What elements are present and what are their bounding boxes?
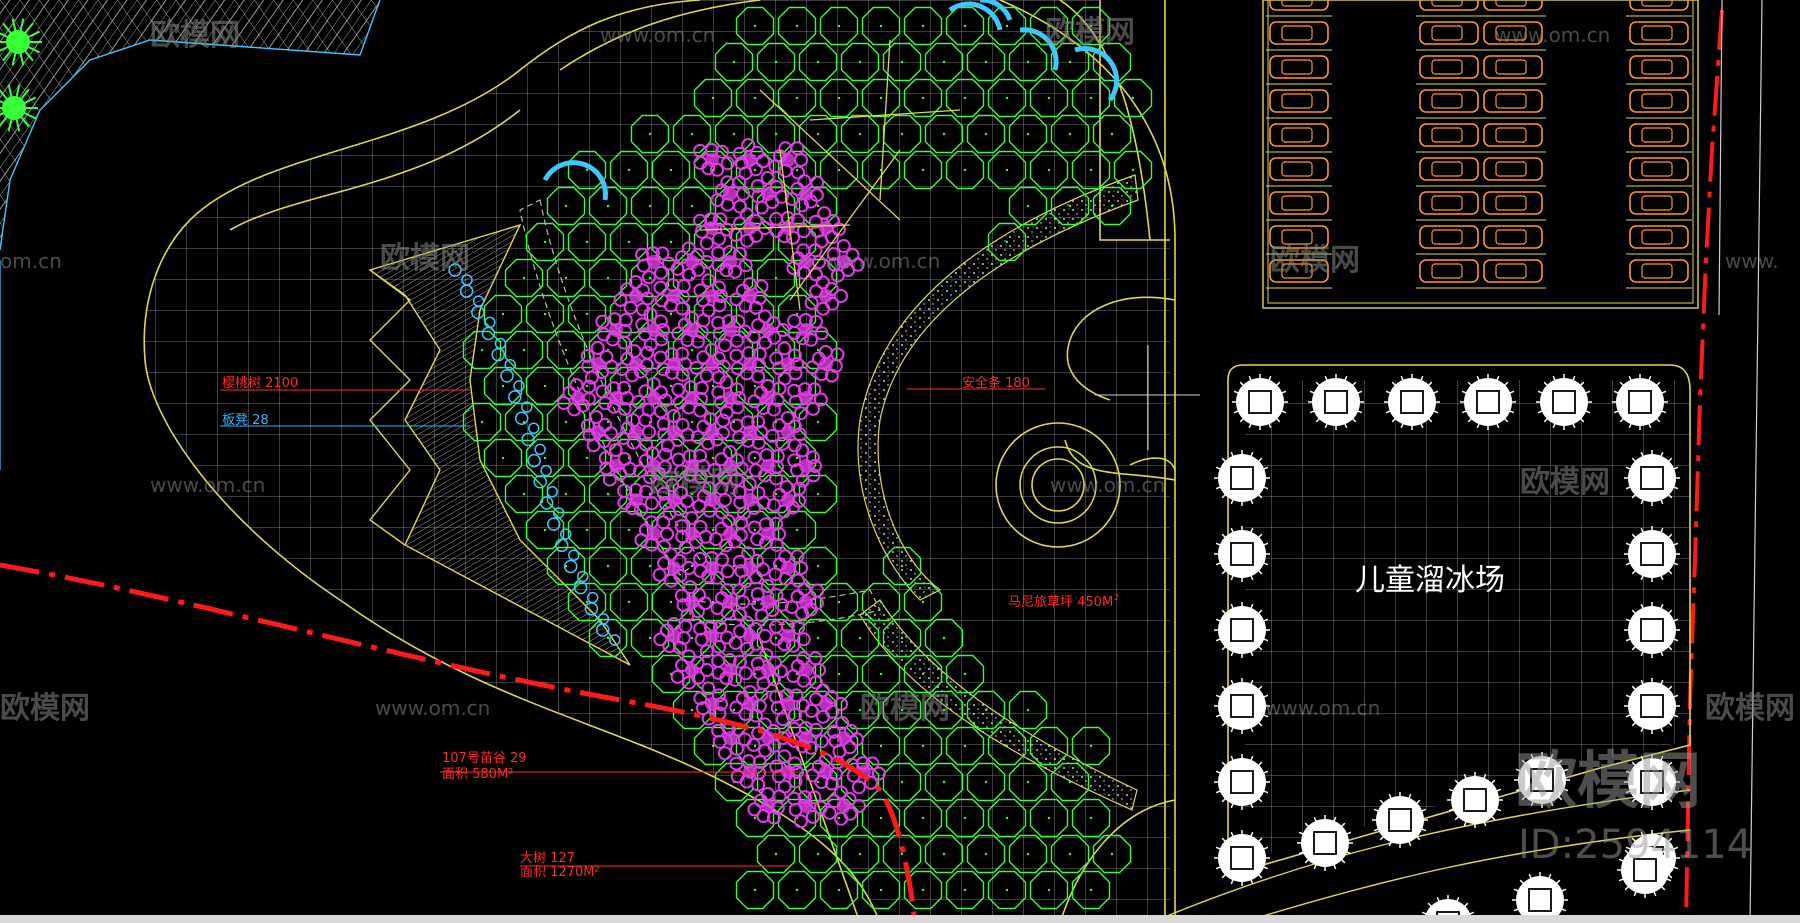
round-tree-icon xyxy=(1214,450,1270,506)
round-tree-icon xyxy=(1214,602,1270,658)
round-tree-icon xyxy=(1612,374,1668,430)
car-parking-icon xyxy=(1419,21,1479,45)
status-bar xyxy=(0,915,1800,923)
car-parking-icon xyxy=(1419,123,1479,147)
label-shrub1-line2: 面积 580M² xyxy=(442,767,513,782)
watermark-brand: 欧模网 xyxy=(1270,243,1360,278)
car-parking-icon xyxy=(1483,55,1543,79)
car-parking-icon xyxy=(1483,191,1543,215)
round-tree-icon xyxy=(1460,374,1516,430)
watermark-brand: 欧模网 xyxy=(860,691,950,726)
car-parking-icon xyxy=(1419,191,1479,215)
round-tree-icon xyxy=(1372,792,1428,848)
car-parking-icon xyxy=(1483,225,1543,249)
car-parking-icon xyxy=(1419,55,1479,79)
watermark-url: om.cn xyxy=(0,249,62,273)
label-shrub2-line1: 大树 127 xyxy=(520,851,575,866)
car-parking-icon xyxy=(1629,259,1689,283)
car-parking-icon xyxy=(1269,123,1329,147)
watermark-url: www.om.cn xyxy=(150,473,265,497)
watermark-brand: 欧模网 xyxy=(1520,465,1610,500)
car-parking-icon xyxy=(1419,259,1479,283)
label-horseshoe-area: 马尼旅草坪 450M xyxy=(1008,595,1113,610)
round-tree-icon xyxy=(1384,374,1440,430)
car-parking-icon xyxy=(1419,225,1479,249)
label-safety-strip: 安全条 180 xyxy=(962,375,1030,391)
car-parking-icon xyxy=(1269,21,1329,45)
watermark-url: www.om.cn xyxy=(1265,696,1380,720)
car-parking-icon xyxy=(1629,89,1689,113)
label-horseshoe-sup: 2 xyxy=(1114,593,1119,602)
car-parking-icon xyxy=(1419,157,1479,181)
car-parking-icon xyxy=(1483,259,1543,283)
car-parking-icon xyxy=(1483,89,1543,113)
tree-symbol-icon xyxy=(756,834,796,874)
tree-symbol-icon xyxy=(819,870,859,910)
car-parking-icon xyxy=(1629,55,1689,79)
car-parking-icon xyxy=(1483,123,1543,147)
watermark-brand: 欧模网 xyxy=(0,691,90,726)
tree-symbol-icon xyxy=(735,870,775,910)
watermark-brand-large: 欧模网 xyxy=(1515,744,1701,817)
car-parking-icon xyxy=(1419,0,1479,11)
watermark-brand: 欧模网 xyxy=(1045,15,1135,50)
watermark-url: www.om.cn xyxy=(825,249,940,273)
tree-symbol-icon xyxy=(777,870,817,910)
car-parking-icon xyxy=(1629,225,1689,249)
label-shrub1-line1: 107号苗谷 29 xyxy=(442,751,527,766)
car-parking-icon xyxy=(1629,123,1689,147)
watermark-url: www. xyxy=(1725,249,1779,273)
label-skating-rink: 儿童溜冰场 xyxy=(1355,563,1505,598)
cad-drawing-canvas[interactable]: 樱桃树 2100 板凳 28 安全条 180 马尼旅草坪 450M 2 107号… xyxy=(0,0,1800,923)
watermark-url: www.om.cn xyxy=(1495,23,1610,47)
round-tree-icon xyxy=(1624,678,1680,734)
car-parking-icon xyxy=(1269,0,1329,11)
round-tree-icon xyxy=(1308,374,1364,430)
car-parking-icon xyxy=(1483,0,1543,11)
round-tree-icon xyxy=(1624,526,1680,582)
car-parking-icon xyxy=(1269,157,1329,181)
round-tree-icon xyxy=(1214,526,1270,582)
round-tree-icon xyxy=(1214,754,1270,810)
watermark-url: www.om.cn xyxy=(600,23,715,47)
car-parking-icon xyxy=(1483,157,1543,181)
round-tree-icon xyxy=(1624,602,1680,658)
car-parking-icon xyxy=(1629,21,1689,45)
round-tree-icon xyxy=(1447,772,1503,828)
car-parking-icon xyxy=(1269,89,1329,113)
label-hedge: 樱桃树 2100 xyxy=(222,375,298,391)
label-board: 板凳 28 xyxy=(222,412,269,428)
car-parking-icon xyxy=(1629,157,1689,181)
car-parking-icon xyxy=(1269,55,1329,79)
label-shrub2-line2: 面积 1270M² xyxy=(520,865,600,880)
tree-symbol-icon xyxy=(1113,78,1153,118)
right-edge-lines xyxy=(1718,0,1763,923)
watermark-brand: 欧模网 xyxy=(650,465,740,500)
watermark-brand: 欧模网 xyxy=(150,18,240,53)
car-parking-icon xyxy=(1419,89,1479,113)
watermark-id: ID:2594114 xyxy=(1518,822,1752,868)
round-tree-icon xyxy=(1624,450,1680,506)
round-tree-icon xyxy=(1214,678,1270,734)
watermark-url: www.om.cn xyxy=(1050,473,1165,497)
watermark-brand: 欧模网 xyxy=(1705,691,1795,726)
watermark-brand: 欧模网 xyxy=(380,241,470,276)
car-parking-icon xyxy=(1629,191,1689,215)
round-tree-icon xyxy=(1232,374,1288,430)
car-parking-icon xyxy=(1269,191,1329,215)
car-parking-icon xyxy=(1629,0,1689,11)
watermark-url: www.om.cn xyxy=(375,696,490,720)
round-tree-icon xyxy=(1297,815,1353,871)
round-tree-icon xyxy=(1214,830,1270,886)
round-tree-icon xyxy=(1536,374,1592,430)
